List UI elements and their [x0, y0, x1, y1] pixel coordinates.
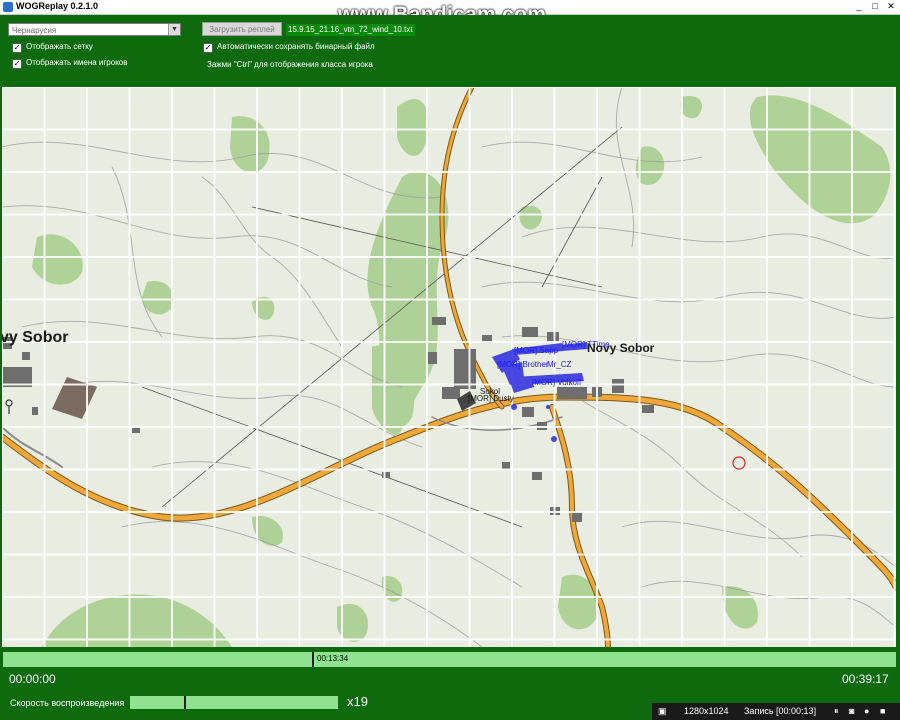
end-time: 00:39:17: [842, 672, 889, 686]
map-canvas: vy Sobor Novy Sobor [MOR] Brother Mr_CZ …: [2, 87, 896, 647]
map-pin-icon: [5, 399, 13, 414]
show-grid-checkbox[interactable]: ✓ Отображать сетку: [12, 42, 93, 53]
show-names-label: Отображать имена игроков: [26, 58, 128, 67]
map-grid: [2, 87, 896, 647]
timeline-slider[interactable]: 00:13:34: [3, 652, 896, 667]
ctrl-hint: Зажми "Ctrl" для отображения класса игро…: [207, 60, 373, 69]
show-names-checkbox[interactable]: ✓ Отображать имена игроков: [12, 58, 128, 69]
recorder-resolution: 1280x1024: [684, 706, 729, 716]
pause-icon[interactable]: ⏸: [834, 703, 839, 720]
stop-icon[interactable]: ■: [880, 703, 885, 720]
recorder-status: Запись [00:00:13]: [744, 706, 817, 716]
player-label: [MOR] Dusty: [468, 394, 514, 403]
record-icon[interactable]: ●: [864, 703, 869, 720]
checkmark-icon: ✓: [203, 43, 213, 53]
recorder-bar: ▣ 1280x1024 Запись [00:00:13] ⏸ ◙ ● ■: [652, 703, 900, 720]
controls-panel: Чернарусия ▼ Загрузить реплей 15.9.15_21…: [0, 15, 900, 87]
target-marker: [732, 456, 746, 470]
checkmark-icon: ✓: [12, 59, 22, 69]
current-time-label: 00:13:34: [317, 654, 349, 663]
start-time: 00:00:00: [9, 672, 56, 686]
town-label-left: vy Sobor: [2, 329, 68, 346]
monitor-icon: ▣: [658, 706, 667, 716]
show-grid-label: Отображать сетку: [26, 42, 93, 51]
checkmark-icon: ✓: [12, 43, 22, 53]
speed-thumb[interactable]: [184, 696, 186, 709]
replay-map[interactable]: vy Sobor Novy Sobor [MOR] Brother Mr_CZ …: [2, 87, 896, 647]
file-name-label: 15.9.15_21.16_vtn_72_wind_10.txt: [286, 24, 415, 36]
close-button[interactable]: ✕: [884, 1, 898, 12]
player-label: [MOR] Volkoff: [532, 378, 582, 387]
map-select-value: Чернарусия: [12, 26, 57, 35]
player-label: Mr_CZ: [547, 360, 572, 369]
auto-save-checkbox[interactable]: ✓ Автоматически сохранять бинарный файл: [203, 42, 375, 53]
load-replay-button[interactable]: Загрузить реплей: [202, 22, 282, 36]
speed-slider[interactable]: [130, 696, 338, 709]
player-label: [MOR] Sapp: [514, 346, 559, 355]
chevron-down-icon[interactable]: ▼: [168, 24, 180, 35]
minimize-button[interactable]: _: [852, 1, 866, 12]
maximize-button[interactable]: □: [868, 1, 882, 12]
speed-label: Скорость воспроизведения: [10, 698, 125, 708]
camera-icon[interactable]: ◙: [849, 703, 854, 720]
auto-save-label: Автоматически сохранять бинарный файл: [217, 42, 375, 51]
window-title: WOGReplay 0.2.1.0: [16, 1, 99, 11]
app-icon: [3, 2, 13, 12]
timeline-thumb[interactable]: [312, 652, 314, 667]
player-label: [MOR] Brother: [497, 360, 549, 369]
map-select[interactable]: Чернарусия ▼: [8, 23, 181, 36]
speed-value: x19: [347, 694, 368, 709]
player-label: [MOR] TTime: [562, 340, 610, 349]
large-building: [52, 377, 97, 419]
